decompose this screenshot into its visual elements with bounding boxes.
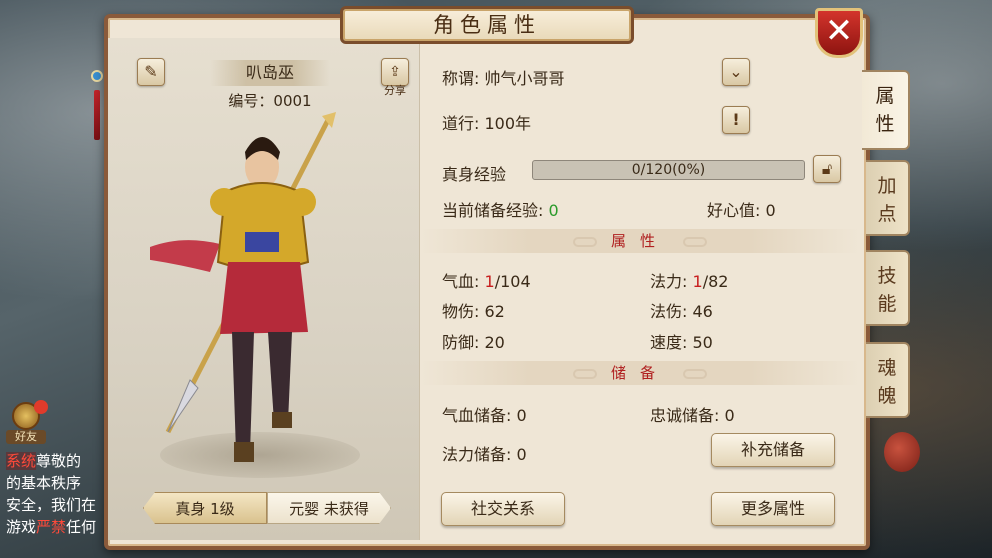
dao-info-button[interactable]: ! <box>722 106 750 134</box>
loyalty-reserve-value: 0 <box>724 406 735 425</box>
tab-attributes[interactable]: 属性 <box>862 70 910 150</box>
stored-exp-row: 当前储备经验: 0 <box>442 197 559 221</box>
exp-progress-text: 0/120(0%) <box>631 162 706 178</box>
chat-line: 安全，我们在 <box>6 496 97 514</box>
dao-label: 道行: <box>442 114 480 133</box>
pencil-icon: ✎ <box>144 62 158 81</box>
tab-skills-label: 技能 <box>877 265 897 315</box>
tab-skills[interactable]: 技能 <box>866 250 910 326</box>
def-row: 防御: 20 <box>442 333 505 352</box>
exclamation-icon: ! <box>732 110 740 129</box>
more-attributes-button[interactable]: 更多属性 <box>711 492 835 526</box>
mp-max: /82 <box>702 272 729 291</box>
phys-value: 62 <box>484 302 505 321</box>
character-model <box>150 112 336 462</box>
mp-reserve-row: 法力储备: 0 <box>442 445 527 464</box>
mp-row: 法力: 1/82 <box>650 272 729 291</box>
title-dropdown-button[interactable]: ⌄ <box>722 58 750 86</box>
hp-max: /104 <box>494 272 531 291</box>
dao-value: 100年 <box>484 114 532 133</box>
cloud-ornament-icon <box>572 236 597 247</box>
stored-exp-value: 0 <box>548 201 559 220</box>
speed-row: 速度: 50 <box>650 333 713 352</box>
panel-title: 角色属性 <box>340 6 634 44</box>
phys-row: 物伤: 62 <box>442 302 505 321</box>
chat-line: 尊敬的 <box>36 452 82 470</box>
title-label: 称谓: <box>442 69 480 88</box>
chat-line: 游戏 <box>6 518 37 536</box>
character-id: 编号：0001 <box>228 92 312 110</box>
chat-line: 任何 <box>66 518 97 536</box>
mp-current: 1 <box>692 272 703 291</box>
system-tag: 系统 <box>6 452 37 470</box>
chat-line-highlight: 严禁 <box>36 518 67 536</box>
close-icon: ✕ <box>824 11 854 51</box>
hp-reserve-row: 气血储备: 0 <box>442 406 527 425</box>
form-tabs: 真身 1级 元婴 未获得 <box>143 492 391 524</box>
lantern-decoration <box>884 432 920 472</box>
chat-messages: 系统尊敬的 的基本秩序 安全，我们在 游戏严禁任何 <box>6 450 108 538</box>
hp-row: 气血: 1/104 <box>442 272 531 291</box>
hp-current: 1 <box>484 272 495 291</box>
tab-nascent-soul[interactable]: 元婴 未获得 <box>267 492 391 524</box>
tab-true-body[interactable]: 真身 1级 <box>143 492 267 524</box>
title-value: 帅气小哥哥 <box>484 69 565 88</box>
close-button[interactable]: ✕ <box>815 8 863 58</box>
stored-exp-label: 当前储备经验: <box>442 201 544 220</box>
tab-add-points-label: 加点 <box>877 175 897 225</box>
exp-label: 真身经验 <box>442 165 507 184</box>
tab-attributes-label: 属性 <box>875 85 895 135</box>
dao-row: 道行: 100年 <box>442 110 531 134</box>
cloud-ornament-icon <box>683 236 707 247</box>
exp-progress-bar: 0/120(0%) <box>532 160 805 180</box>
tab-soul[interactable]: 魂魄 <box>866 342 910 418</box>
loyalty-reserve-row: 忠诚储备: 0 <box>650 406 735 425</box>
cloud-ornament-icon <box>572 368 597 379</box>
character-name: 叭岛巫 <box>210 60 330 86</box>
exp-lock-button[interactable]: 🔓︎ <box>813 155 841 183</box>
kindness-label: 好心值: <box>707 201 761 220</box>
edit-name-button[interactable]: ✎ <box>137 58 165 86</box>
cloud-ornament-icon <box>683 368 707 379</box>
magic-value: 46 <box>692 302 713 321</box>
magic-row: 法伤: 46 <box>650 302 713 321</box>
chevron-down-icon: ⌄ <box>729 62 743 81</box>
title-row: 称谓: 帅气小哥哥 <box>442 65 565 89</box>
chat-panel[interactable]: 好友 系统尊敬的 的基本秩序 安全，我们在 游戏严禁任何 <box>0 400 108 558</box>
def-value: 20 <box>484 333 505 352</box>
kindness-value: 0 <box>765 201 776 220</box>
social-button[interactable]: 社交关系 <box>441 492 565 526</box>
mp-reserve-value: 0 <box>516 445 527 464</box>
speed-value: 50 <box>692 333 713 352</box>
lock-icon: 🔓︎ <box>821 159 833 178</box>
notification-dot <box>34 400 48 414</box>
tab-soul-label: 魂魄 <box>877 357 897 407</box>
attributes-header: 属性 <box>420 229 860 253</box>
share-icon: ⇪ <box>389 64 401 80</box>
chat-line: 的基本秩序 <box>6 474 82 492</box>
refill-reserve-button[interactable]: 补充储备 <box>711 433 835 467</box>
hp-reserve-value: 0 <box>516 406 527 425</box>
tab-add-points[interactable]: 加点 <box>866 160 910 236</box>
friends-label: 好友 <box>6 430 46 444</box>
reserve-header: 储备 <box>420 361 860 385</box>
share-label: 分享 <box>384 84 406 97</box>
kindness-row: 好心值: 0 <box>707 197 776 221</box>
